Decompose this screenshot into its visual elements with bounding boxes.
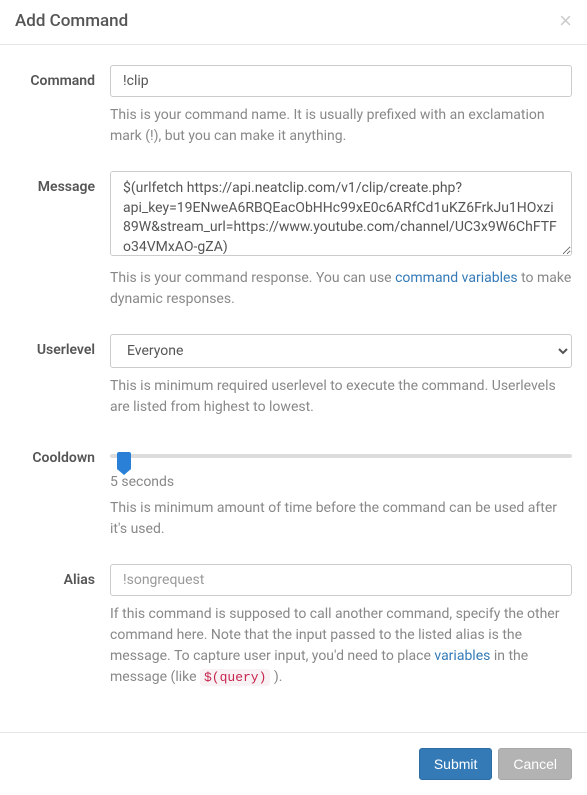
slider-handle[interactable] (117, 452, 131, 470)
command-label: Command (15, 65, 110, 165)
variables-link[interactable]: variables (434, 648, 490, 664)
alias-label: Alias (15, 564, 110, 706)
command-variables-link[interactable]: command variables (395, 270, 518, 286)
query-code: $(query) (200, 669, 270, 686)
message-help: This is your command response. You can u… (110, 268, 572, 310)
add-command-modal: Add Command × Command This is your comma… (0, 0, 587, 795)
alias-input[interactable] (110, 564, 572, 596)
modal-title: Add Command (15, 11, 128, 31)
modal-footer: Submit Cancel (0, 732, 587, 795)
userlevel-row: Userlevel Everyone This is minimum requi… (15, 334, 572, 436)
cooldown-slider[interactable] (110, 442, 572, 464)
cooldown-row: Cooldown 5 seconds This is minimum amoun… (15, 442, 572, 558)
cancel-button[interactable]: Cancel (498, 748, 572, 780)
slider-track (110, 454, 572, 458)
userlevel-select[interactable]: Everyone (110, 334, 572, 368)
message-label: Message (15, 171, 110, 328)
userlevel-label: Userlevel (15, 334, 110, 436)
message-textarea[interactable]: $(urlfetch https://api.neatclip.com/v1/c… (110, 171, 572, 256)
alias-help: If this command is supposed to call anot… (110, 604, 572, 688)
message-row: Message $(urlfetch https://api.neatclip.… (15, 171, 572, 328)
modal-body: Command This is your command name. It is… (0, 45, 587, 732)
modal-header: Add Command × (0, 0, 587, 45)
userlevel-help: This is minimum required userlevel to ex… (110, 376, 572, 418)
command-input[interactable] (110, 65, 572, 97)
cooldown-value: 5 seconds (110, 474, 572, 490)
close-icon[interactable]: × (559, 10, 572, 32)
command-row: Command This is your command name. It is… (15, 65, 572, 165)
cooldown-help: This is minimum amount of time before th… (110, 498, 572, 540)
submit-button[interactable]: Submit (419, 748, 493, 780)
command-help: This is your command name. It is usually… (110, 105, 572, 147)
cooldown-label: Cooldown (15, 442, 110, 558)
alias-row: Alias If this command is supposed to cal… (15, 564, 572, 706)
